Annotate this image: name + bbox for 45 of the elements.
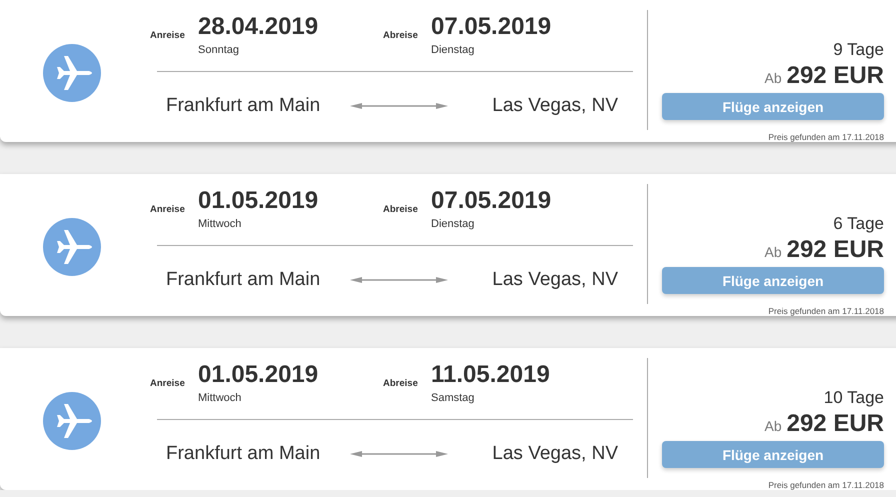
date-label: Anreise	[150, 204, 186, 215]
weekday: Mittwoch	[198, 392, 242, 404]
price-prefix: Ab	[764, 70, 782, 86]
destination-city: Las Vegas, NV	[492, 269, 618, 291]
origin-city: Frankfurt am Main	[166, 269, 320, 291]
date-label: Abreise	[383, 204, 419, 215]
price-found-note: Preis gefunden am 17.11.2018	[768, 480, 884, 490]
trip-duration: 9 Tage	[833, 40, 884, 60]
show-flights-button[interactable]: Flüge anzeigen	[662, 267, 884, 294]
date: 07.05.2019	[431, 187, 552, 215]
trip-duration: 10 Tage	[824, 388, 884, 408]
weekday: Dienstag	[431, 44, 476, 56]
trip-duration: 6 Tage	[833, 214, 884, 234]
destination-city: Las Vegas, NV	[492, 443, 618, 465]
airplane-icon	[43, 392, 101, 450]
date: 01.05.2019	[198, 187, 318, 215]
date-label: Abreise	[383, 30, 419, 41]
date-label: Anreise	[150, 30, 186, 41]
date: 01.05.2019	[198, 361, 318, 389]
double-arrow-icon	[350, 102, 448, 110]
destination-city: Las Vegas, NV	[492, 95, 618, 117]
weekday: Samstag	[431, 392, 476, 404]
price: 292 EUR	[786, 236, 884, 264]
airplane-icon	[43, 44, 101, 102]
weekday: Mittwoch	[198, 218, 242, 230]
airplane-icon	[43, 218, 101, 276]
origin-city: Frankfurt am Main	[166, 443, 320, 465]
price-prefix: Ab	[764, 418, 782, 434]
price-found-note: Preis gefunden am 17.11.2018	[768, 132, 884, 142]
origin-city: Frankfurt am Main	[166, 95, 320, 117]
date: 28.04.2019	[198, 13, 318, 41]
date: 11.05.2019	[431, 361, 550, 389]
date: 07.05.2019	[431, 13, 552, 41]
weekday: Dienstag	[431, 218, 476, 230]
double-arrow-icon	[350, 450, 448, 458]
price-prefix: Ab	[764, 244, 782, 260]
show-flights-button[interactable]: Flüge anzeigen	[662, 93, 884, 120]
show-flights-button[interactable]: Flüge anzeigen	[662, 441, 884, 468]
double-arrow-icon	[350, 276, 448, 284]
price: 292 EUR	[786, 62, 884, 90]
price-found-note: Preis gefunden am 17.11.2018	[768, 306, 884, 316]
weekday: Sonntag	[198, 44, 240, 56]
date-label: Anreise	[150, 378, 186, 389]
price: 292 EUR	[786, 410, 884, 438]
date-label: Abreise	[383, 378, 419, 389]
